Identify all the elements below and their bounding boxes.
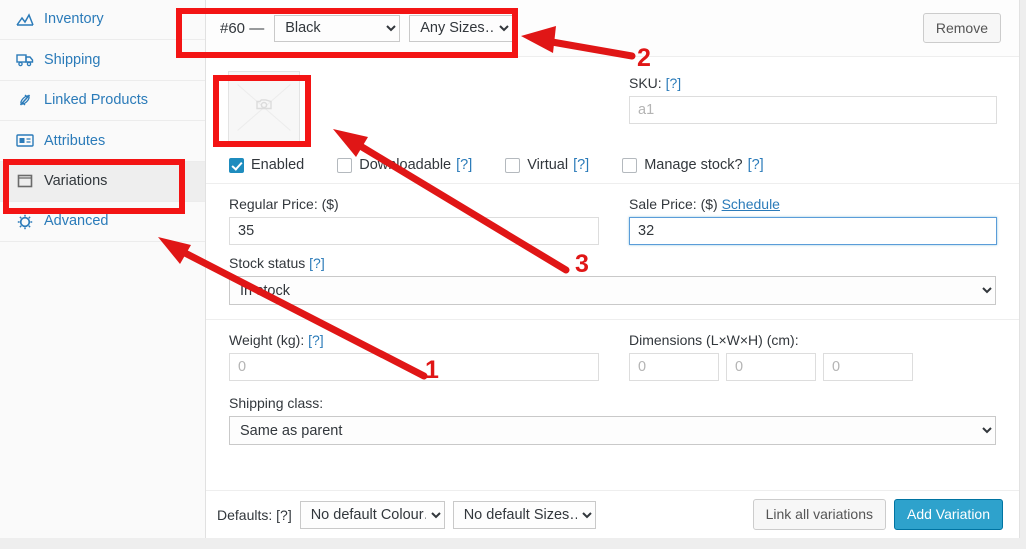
sku-label: SKU: [?] [629,75,1001,91]
inventory-chart-icon [14,12,35,28]
sku-help-icon[interactable]: [?] [666,75,682,91]
checkbox-manage-stock[interactable]: Manage stock? [?] [622,157,764,173]
defaults-label: Defaults: [?] [217,506,292,523]
weight-label-text: Weight (kg): [229,332,305,348]
screenshot-root: Inventory Shipping Linked Products Attri… [0,0,1026,549]
variation-square-icon [14,173,35,189]
truck-icon [14,52,35,68]
sku-input[interactable] [629,96,997,124]
weight-help-icon[interactable]: [?] [308,332,324,348]
weight-label: Weight (kg): [?] [229,332,599,348]
variation-flags-row: Enabled Downloadable [?] Virtual [?] Man… [206,151,1019,184]
sku-field-group: SKU: [?] [629,69,1001,143]
product-data-tabs-sidebar: Inventory Shipping Linked Products Attri… [0,0,206,538]
sidebar-item-shipping[interactable]: Shipping [0,40,205,81]
default-colour-select[interactable]: No default Colour… [299,500,445,529]
add-variation-button[interactable]: Add Variation [893,499,1003,530]
sidebar-item-label: Shipping [44,51,101,68]
gear-icon [14,214,35,230]
dimensions-group: Dimensions (L×W×H) (cm): [629,332,1001,381]
variation-colour-select[interactable]: Black [274,14,401,42]
price-row: Regular Price: ($) Sale Price: ($) Sched… [206,184,1019,245]
link-pencil-icon [14,92,35,108]
checkbox-box[interactable] [622,157,638,173]
shipping-class-group: Shipping class: Same as parent [206,381,1019,445]
sidebar-item-label: Inventory [44,11,104,28]
checkbox-box[interactable] [337,157,353,173]
checkbox-label: Manage stock? [644,157,743,173]
checkbox-box[interactable] [229,157,244,173]
manage-stock-help-icon[interactable]: [?] [748,157,764,173]
sidebar-item-variations[interactable]: Variations [0,161,205,202]
virtual-help-icon[interactable]: [?] [573,157,589,173]
weight-input[interactable] [229,353,599,381]
weight-group: Weight (kg): [?] [229,332,599,381]
shipping-class-label: Shipping class: [229,395,324,411]
sidebar-item-label: Linked Products [44,92,148,109]
image-sku-row: SKU: [?] [206,57,1019,151]
dimension-length-input[interactable] [629,353,719,381]
variations-footer-toolbar: Defaults: [?] No default Colour… No defa… [206,490,1019,538]
downloadable-help-icon[interactable]: [?] [456,157,472,173]
sku-label-text: SKU: [629,75,662,91]
default-size-select[interactable]: No default Sizes… [452,500,596,529]
checkbox-enabled[interactable]: Enabled [229,157,304,173]
sidebar-item-label: Variations [44,173,108,189]
checkbox-label: Enabled [251,157,305,173]
stock-status-select[interactable]: In stock [229,276,996,305]
dimension-height-input[interactable] [823,353,913,381]
weight-dimensions-row: Weight (kg): [?] Dimensions (L×W×H) (cm)… [206,320,1019,381]
variation-body: SKU: [?] Enabled Downloadable [206,57,1019,445]
sale-price-input[interactable] [629,217,997,245]
sidebar-item-linked-products[interactable]: Linked Products [0,80,205,122]
link-all-variations-button[interactable]: Link all variations [752,499,886,530]
stock-status-label-text: Stock status [229,255,306,271]
sidebar-item-label: Attributes [44,132,106,149]
regular-price-label: Regular Price: ($) [229,196,339,212]
variations-panel: #60 — Black Any Sizes… Remove SKU: [?] a… [206,0,1019,538]
checkbox-label: Downloadable [359,157,452,173]
checkbox-label: Virtual [527,157,569,173]
shipping-class-select[interactable]: Same as parent [229,416,996,445]
dimensions-inputs [629,353,1001,381]
sidebar-item-inventory[interactable]: Inventory [0,0,205,41]
dimensions-label: Dimensions (L×W×H) (cm): [629,332,799,348]
remove-variation-button[interactable]: Remove [922,12,1001,44]
variation-size-select[interactable]: Any Sizes… [409,14,514,42]
variation-id-label: #60 — [220,19,265,37]
sidebar-item-attributes[interactable]: Attributes [0,121,205,162]
dimension-width-input[interactable] [726,353,816,381]
attribute-card-icon [14,133,35,149]
regular-price-group: Regular Price: ($) [229,196,599,245]
sale-price-label: Sale Price: ($) Schedule [629,196,1001,212]
checkbox-box[interactable] [505,157,521,173]
variation-image-placeholder[interactable] [228,71,300,143]
regular-price-input[interactable] [229,217,599,245]
variation-header-row: #60 — Black Any Sizes… Remove [206,0,1019,57]
schedule-link[interactable]: Schedule [722,196,780,212]
checkbox-downloadable[interactable]: Downloadable [?] [337,157,472,173]
sale-price-label-text: Sale Price: ($) [629,196,718,212]
sidebar-item-label: Advanced [44,213,109,230]
stock-status-help-icon[interactable]: [?] [309,255,325,271]
camera-icon [255,98,273,117]
sidebar-item-advanced[interactable]: Advanced [0,201,205,243]
stock-status-group: Stock status [?] In stock [206,245,1019,305]
checkbox-virtual[interactable]: Virtual [?] [505,157,589,173]
stock-status-label: Stock status [?] [229,255,1001,271]
product-data-panel: Inventory Shipping Linked Products Attri… [0,0,1020,538]
sale-price-group: Sale Price: ($) Schedule [629,196,1001,245]
